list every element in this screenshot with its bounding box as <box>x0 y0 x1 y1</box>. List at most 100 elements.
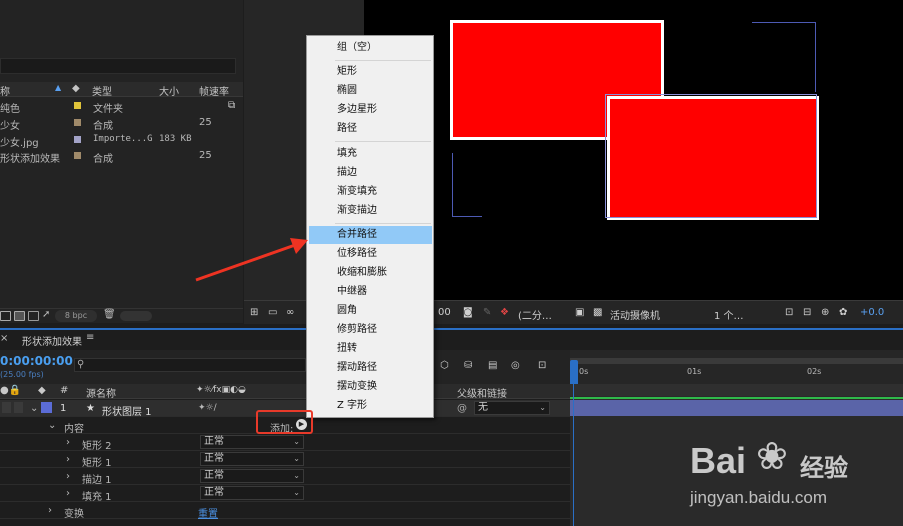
monitor-icon[interactable]: ▭ <box>268 307 277 318</box>
parent-select[interactable]: 无 ⌄ <box>474 401 550 415</box>
work-area-bar[interactable] <box>570 358 903 364</box>
menu-item-repeater[interactable]: 中继器 <box>309 283 432 301</box>
sort-asc-icon[interactable]: ▲ <box>55 83 61 92</box>
timeline-comp-name[interactable]: 形状添加效果 <box>22 333 82 348</box>
menu-item-trim-paths[interactable]: 修剪路径 <box>309 321 432 339</box>
frame-blending-icon[interactable]: ▤ <box>488 360 497 371</box>
roi-icon[interactable]: ▣ <box>575 307 584 318</box>
column-fps[interactable]: 帧速率 <box>199 83 229 98</box>
region-icon[interactable]: ⊞ <box>250 307 258 318</box>
group-name[interactable]: 矩形 1 <box>82 454 112 469</box>
solo-toggle[interactable] <box>14 402 23 413</box>
thumbnail-slider[interactable] <box>120 311 152 321</box>
exposure-value[interactable]: +0.0 <box>860 307 884 318</box>
shape-group-row[interactable]: › 描边 1 正常 ⌄ <box>0 468 570 486</box>
interpret-footage-icon[interactable] <box>0 311 11 321</box>
reset-exposure-icon[interactable]: ✿ <box>839 307 847 318</box>
bpc-toggle[interactable]: 8 bpc <box>55 310 97 322</box>
project-search-input[interactable] <box>0 58 236 74</box>
blend-mode-select[interactable]: 正常 ⌄ <box>200 435 304 449</box>
menu-item-zig-zag[interactable]: Z 字形 <box>309 397 432 415</box>
expand-icon[interactable]: ⌄ <box>30 403 38 414</box>
layer-name[interactable]: 形状图层 1 <box>102 403 152 418</box>
blend-mode-select[interactable]: 正常 ⌄ <box>200 469 304 483</box>
menu-item-fill[interactable]: 填充 <box>309 145 432 163</box>
expand-icon[interactable]: › <box>66 471 70 482</box>
timecode-display[interactable]: 00 <box>438 307 451 318</box>
menu-item-twist[interactable]: 扭转 <box>309 340 432 358</box>
project-item[interactable]: 纯色 文件夹 ⧉ <box>0 98 243 115</box>
show-snapshot-icon[interactable]: ✎ <box>483 307 491 318</box>
menu-item-round-corners[interactable]: 圆角 <box>309 302 432 320</box>
menu-item-stroke[interactable]: 描边 <box>309 164 432 182</box>
playhead[interactable] <box>570 360 578 384</box>
transparency-grid-icon[interactable]: ▩ <box>593 307 602 318</box>
menu-item-ellipse[interactable]: 椭圆 <box>309 82 432 100</box>
reset-link[interactable]: 重置 <box>198 505 218 520</box>
shape-group-row[interactable]: › 填充 1 正常 ⌄ <box>0 485 570 503</box>
project-item[interactable]: 少女.jpg Importe...G 183 KB <box>0 132 243 149</box>
label-tag-icon[interactable]: ◆ <box>38 385 46 396</box>
column-source-name[interactable]: 源名称 <box>86 385 116 400</box>
expand-icon[interactable]: ⌄ <box>48 420 56 431</box>
column-number[interactable]: # <box>60 385 68 396</box>
menu-item-polystar[interactable]: 多边星形 <box>309 101 432 119</box>
shape-group-row[interactable]: › 矩形 2 正常 ⌄ <box>0 434 570 452</box>
video-toggle[interactable] <box>2 402 11 413</box>
new-folder-icon[interactable] <box>14 311 25 321</box>
graph-editor-icon[interactable]: ⊡ <box>538 360 546 371</box>
expand-icon[interactable]: › <box>48 505 52 516</box>
channel-icon[interactable]: ❖ <box>500 307 509 318</box>
resolution-select[interactable]: (二分… <box>518 307 552 322</box>
camera-select[interactable]: 活动摄像机 <box>610 307 660 322</box>
menu-item-offset-paths[interactable]: 位移路径 <box>309 245 432 263</box>
menu-item-merge-paths[interactable]: 合并路径 <box>309 226 432 244</box>
motion-blur-icon[interactable]: ◎ <box>511 360 520 371</box>
new-comp-icon[interactable] <box>28 311 39 321</box>
flowchart-icon[interactable]: ⧉ <box>228 100 235 111</box>
expand-icon[interactable]: › <box>66 454 70 465</box>
current-time[interactable]: 0:00:00:00 <box>0 354 73 368</box>
menu-item-rectangle[interactable]: 矩形 <box>309 63 432 81</box>
menu-item-wiggle-transform[interactable]: 摆动变换 <box>309 378 432 396</box>
transform-row[interactable]: › 变换 重置 <box>0 502 570 520</box>
pickwhip-icon[interactable]: @ <box>457 403 467 414</box>
time-ruler[interactable]: 0s 01s 02s <box>570 350 903 384</box>
label-swatch[interactable] <box>74 152 81 159</box>
menu-item-pucker-bloat[interactable]: 收缩和膨胀 <box>309 264 432 282</box>
render-icon[interactable]: ➚ <box>42 309 50 320</box>
column-size[interactable]: 大小 <box>159 83 179 98</box>
menu-item-wiggle-paths[interactable]: 摆动路径 <box>309 359 432 377</box>
blend-mode-select[interactable]: 正常 ⌄ <box>200 486 304 500</box>
trash-icon[interactable]: 🗑 <box>103 309 116 320</box>
timeline-icon[interactable]: ⊟ <box>803 307 811 318</box>
menu-item-group[interactable]: 组（空） <box>309 39 432 57</box>
menu-item-path[interactable]: 路径 <box>309 120 432 138</box>
views-select[interactable]: 1 个… <box>714 307 744 322</box>
menu-item-gradient-fill[interactable]: 渐变填充 <box>309 183 432 201</box>
panel-menu-icon[interactable]: ≡ <box>86 332 94 343</box>
label-swatch[interactable] <box>74 119 81 126</box>
menu-item-gradient-stroke[interactable]: 渐变描边 <box>309 202 432 220</box>
camera-snapshot-icon[interactable]: ◙ <box>463 307 473 318</box>
shy-icon[interactable]: ⛁ <box>464 360 472 371</box>
blend-mode-select[interactable]: 正常 ⌄ <box>200 452 304 466</box>
fast-preview-icon[interactable]: ⊡ <box>785 307 793 318</box>
composition-viewer[interactable] <box>364 0 903 300</box>
column-parent[interactable]: 父级和链接 <box>457 385 507 400</box>
expand-icon[interactable]: › <box>66 437 70 448</box>
column-name[interactable]: 称 <box>0 83 10 98</box>
label-swatch[interactable] <box>74 102 81 109</box>
expand-icon[interactable]: › <box>66 488 70 499</box>
av-features-icon[interactable]: ●🔒 <box>0 385 21 396</box>
column-type[interactable]: 类型 <box>92 83 112 98</box>
group-name[interactable]: 描边 1 <box>82 471 112 486</box>
comp-flowchart-icon[interactable]: ⊕ <box>821 307 829 318</box>
label-swatch[interactable] <box>74 136 81 143</box>
add-shape-menu[interactable]: 组（空） 矩形 椭圆 多边星形 路径 填充 描边 渐变填充 渐变描边 合并路径 … <box>306 35 434 418</box>
label-swatch[interactable] <box>41 402 52 413</box>
project-item[interactable]: 形状添加效果 合成 25 <box>0 148 243 165</box>
group-name[interactable]: 矩形 2 <box>82 437 112 452</box>
draft-3d-icon[interactable]: ⬡ <box>440 360 449 371</box>
project-item[interactable]: 少女 合成 25 <box>0 115 243 132</box>
